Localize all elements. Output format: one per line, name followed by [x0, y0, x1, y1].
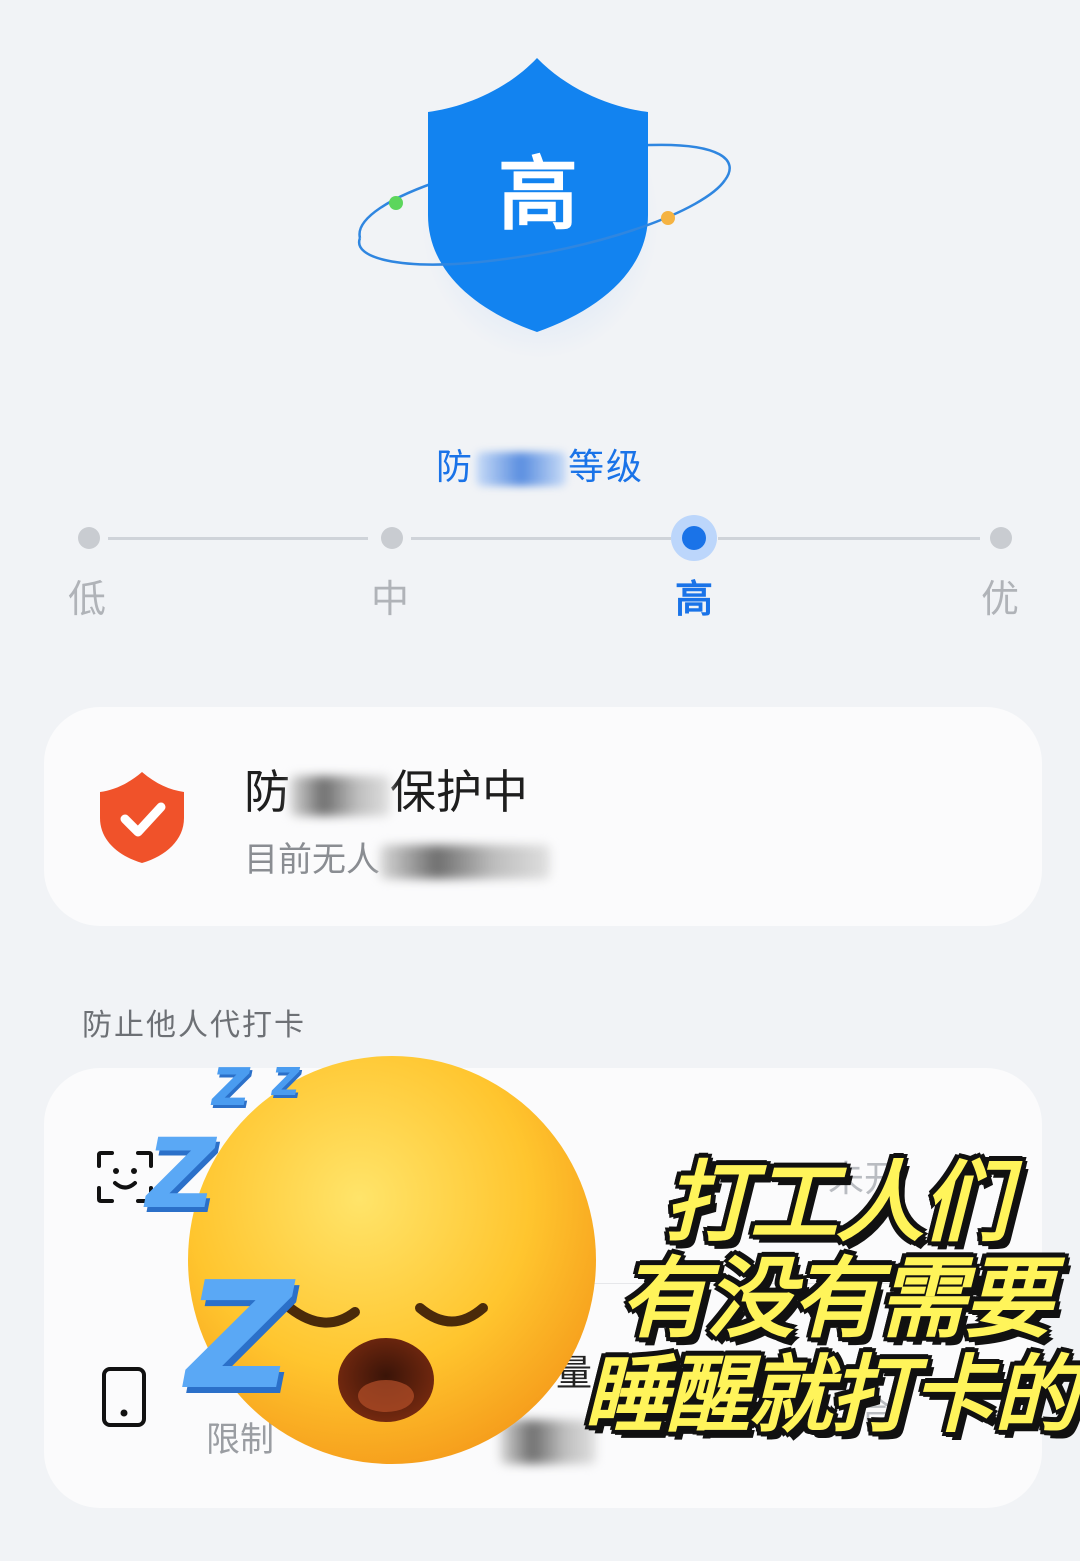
phone-icon [102, 1367, 146, 1427]
status-title-end: 保护中 [390, 765, 528, 819]
z-letter: Z [272, 1060, 300, 1104]
orbit-dot-green [389, 196, 403, 210]
z-letter: Z [146, 1118, 216, 1230]
level-label-high[interactable]: 高 [644, 568, 744, 623]
shield-check-icon [100, 772, 184, 863]
level-dot-low[interactable] [78, 527, 100, 549]
protection-status-card[interactable] [44, 707, 1042, 926]
orbit-dot-orange [661, 211, 675, 225]
level-title-suffix: 等级 [568, 447, 645, 488]
caption-line-3: 睡醒就打卡的 [583, 1346, 1078, 1444]
level-dot-excellent[interactable] [990, 527, 1012, 549]
security-hero: 高 [0, 0, 1080, 420]
z-letter: Z [186, 1250, 294, 1422]
status-subtitle: 目前无人 [244, 832, 550, 881]
level-dot-high[interactable] [671, 515, 717, 561]
shield-level-badge: 高 [498, 148, 578, 241]
level-title-prefix: 防 [435, 447, 474, 488]
level-track-segment [108, 537, 368, 540]
redacted-text [380, 844, 550, 879]
level-track-segment [718, 537, 980, 540]
section-title: 防止他人代打卡 [82, 1008, 306, 1043]
status-subtitle-start: 目前无人 [244, 840, 380, 880]
status-title-start: 防 [244, 765, 290, 819]
level-dot-medium[interactable] [381, 527, 403, 549]
redacted-text [290, 775, 390, 816]
redacted-text [476, 452, 566, 486]
z-letter: Z [212, 1058, 250, 1118]
level-label-low[interactable]: 低 [37, 568, 137, 623]
level-label-medium[interactable]: 中 [340, 568, 440, 623]
level-label-excellent[interactable]: 优 [950, 568, 1050, 623]
protection-level-title: 防 等级 [0, 438, 1080, 490]
status-title: 防 保护中 [244, 756, 528, 822]
level-track-segment [411, 537, 671, 540]
